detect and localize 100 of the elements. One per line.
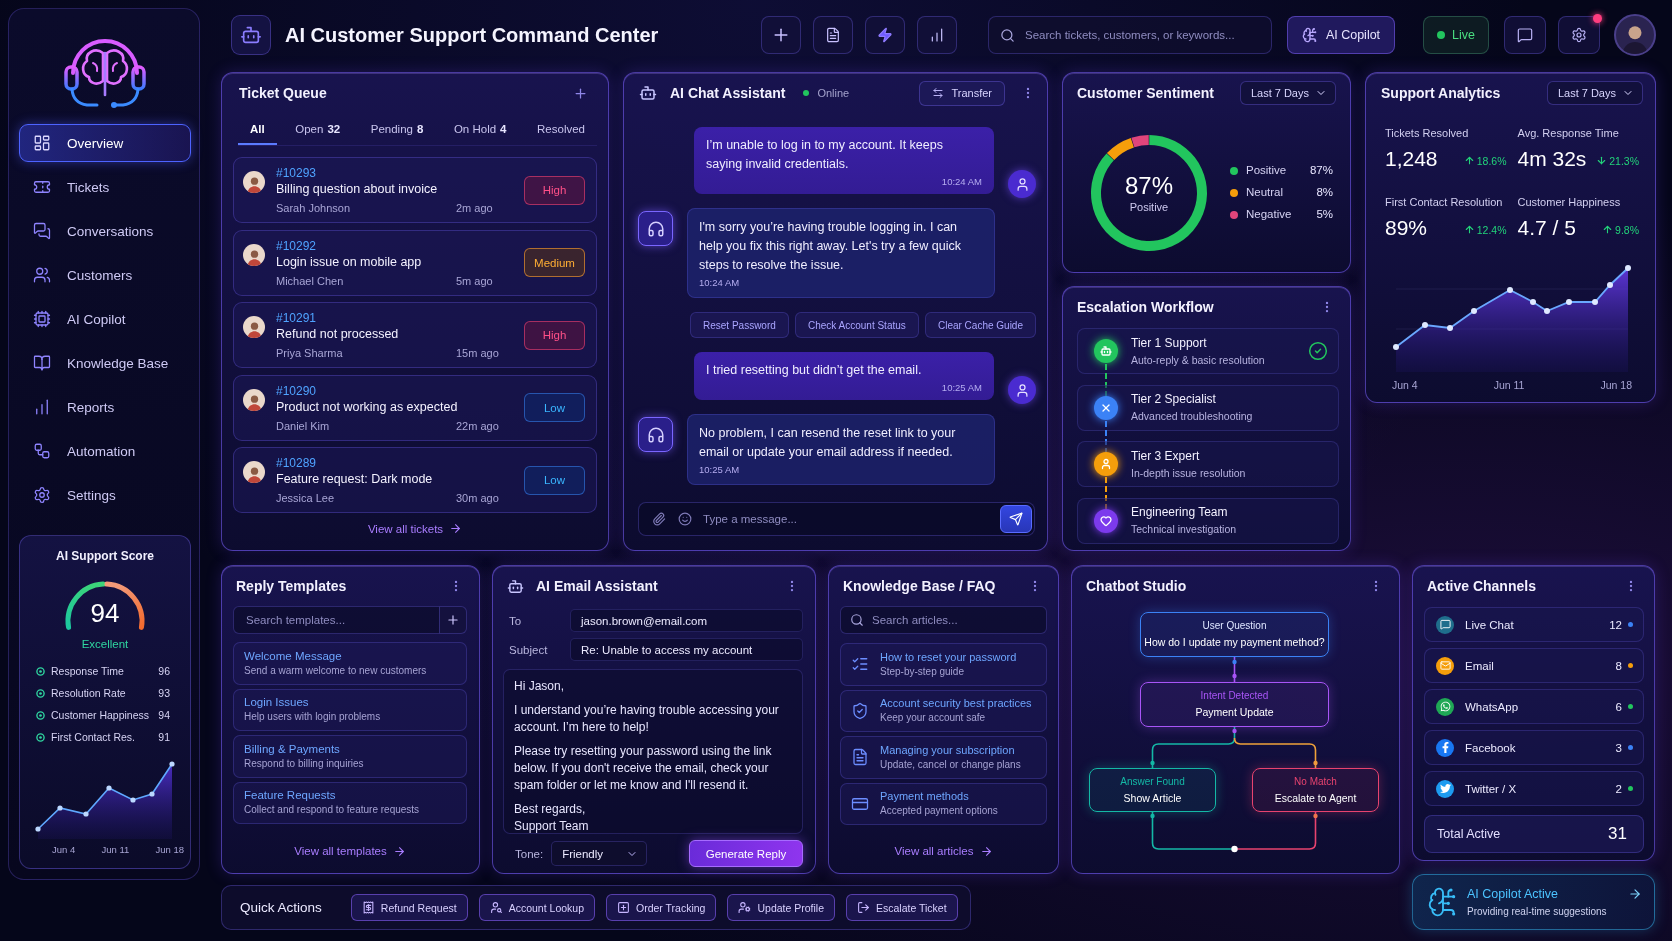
email-field[interactable]: jason.brown@email.com xyxy=(570,609,803,632)
nav-item[interactable]: Tickets xyxy=(19,168,191,206)
article-item[interactable]: Payment methods Accepted payment options xyxy=(840,782,1047,825)
workflow-icon xyxy=(33,442,51,460)
ring-icon xyxy=(36,688,45,698)
channel-row[interactable]: WhatsApp 6 xyxy=(1424,689,1644,724)
date-range-dropdown[interactable]: Last 7 Days xyxy=(1546,81,1643,105)
suggestion-chip[interactable]: Check Account Status xyxy=(794,312,919,338)
nav-item[interactable]: Overview xyxy=(19,124,191,162)
ticket-subject: Billing question about invoice xyxy=(276,181,439,198)
facebook-icon xyxy=(1436,738,1454,757)
flow-node[interactable]: User Question How do I update my payment method? xyxy=(1140,612,1329,657)
step-title: Tier 2 Specialist xyxy=(1131,392,1217,407)
stat-label: First Contact Resolution xyxy=(1385,195,1504,209)
exit-arrow-icon xyxy=(857,901,870,914)
send-button[interactable] xyxy=(1000,505,1032,533)
filter-tab[interactable]: Pending 8 xyxy=(358,115,436,145)
flow-node[interactable]: Answer Found Show Article xyxy=(1089,768,1216,812)
metric-label: First Contact Res. xyxy=(51,731,137,743)
ticket-card[interactable]: #10289 Feature request: Dark mode Jessica Lee 30m ago Low xyxy=(233,447,597,513)
filter-tab[interactable]: All xyxy=(238,115,277,145)
add-button[interactable] xyxy=(761,16,801,54)
legend-value: 87% xyxy=(1309,163,1333,178)
document-button[interactable] xyxy=(813,16,853,54)
suggestion-chip[interactable]: Reset Password xyxy=(690,312,789,338)
search-field[interactable]: Search templates... xyxy=(233,606,440,634)
user-search-icon xyxy=(489,901,503,914)
add-template-button[interactable] xyxy=(439,606,467,634)
quick-action-button[interactable]: Escalate Ticket xyxy=(846,894,958,921)
node-text: Payment Update xyxy=(1195,706,1274,719)
ai-copilot-button[interactable]: AI Copilot xyxy=(1287,16,1395,54)
view-all-link[interactable]: View all tickets xyxy=(367,522,463,535)
plus-icon xyxy=(446,613,460,627)
template-description: Send a warm welcome to new customers xyxy=(244,663,427,678)
axis-label: Jun 4 xyxy=(52,843,76,857)
tone-label: Tone: xyxy=(515,847,544,860)
quick-action-button[interactable]: Refund Request xyxy=(350,894,468,921)
generate-reply-button[interactable]: Generate Reply xyxy=(689,840,803,867)
paperclip-icon[interactable] xyxy=(652,512,666,526)
template-item[interactable]: Login Issues Help users with login problems xyxy=(233,688,467,731)
message-input-field[interactable]: Type a message... xyxy=(638,502,1035,536)
user-avatar-icon[interactable] xyxy=(1614,14,1656,56)
search-field[interactable]: Search articles... xyxy=(840,606,1047,634)
node-label: Answer Found xyxy=(1120,775,1185,788)
email-body-field[interactable] xyxy=(503,669,803,834)
ticket-card[interactable]: #10293 Billing question about invoice Sarah Johnson 2m ago High xyxy=(233,157,597,223)
article-item[interactable]: Managing your subscription Update, cancel or change plans xyxy=(840,736,1047,779)
template-item[interactable]: Billing & Payments Respond to billing inquiries xyxy=(233,735,467,778)
quick-action-button[interactable]: Account Lookup xyxy=(478,894,595,921)
nav-item[interactable]: Customers xyxy=(19,256,191,294)
smile-icon[interactable] xyxy=(678,512,692,526)
channel-row[interactable]: Twitter / X 2 xyxy=(1424,771,1644,806)
quick-action-button[interactable]: Order Tracking xyxy=(606,894,717,921)
envelope-icon xyxy=(1436,656,1454,675)
filter-tab[interactable]: On Hold 4 xyxy=(441,115,519,145)
date-range-dropdown[interactable]: Last 7 Days xyxy=(1239,81,1336,105)
add-icon[interactable] xyxy=(573,85,588,101)
view-all-link[interactable]: View all articles xyxy=(894,844,993,858)
nav-item[interactable]: AI Copilot xyxy=(19,300,191,338)
automation-button[interactable] xyxy=(865,16,905,54)
nav-item[interactable]: Reports xyxy=(19,388,191,426)
nav-item[interactable]: Settings xyxy=(19,476,191,514)
ticket-subject: Refund not processed xyxy=(276,326,400,343)
channel-row[interactable]: Email 8 xyxy=(1424,648,1644,683)
filter-tab[interactable]: Open 32 xyxy=(283,115,353,145)
panel-title: Active Channels xyxy=(1427,578,1536,594)
step-subtitle: Advanced troubleshooting xyxy=(1131,409,1254,423)
search-field[interactable]: Search tickets, customers, or keywords... xyxy=(988,16,1272,54)
flow-node[interactable]: No Match Escalate to Agent xyxy=(1252,768,1379,812)
article-item[interactable]: Account security best practices Keep your account safe xyxy=(840,689,1047,732)
copilot-status-card[interactable]: AI Copilot Active Providing real-time suggestions xyxy=(1412,874,1655,930)
channel-row[interactable]: Live Chat 12 xyxy=(1424,607,1644,642)
messages-button[interactable] xyxy=(1504,16,1546,54)
field-label: To xyxy=(509,614,523,627)
ticket-card[interactable]: #10292 Login issue on mobile app Michael Chen 5m ago Medium xyxy=(233,229,597,296)
ticket-card[interactable]: #10291 Refund not processed Priya Sharma 15m ago High xyxy=(233,302,597,368)
app-title: AI Customer Support Command Center xyxy=(285,23,659,47)
reports-button[interactable] xyxy=(917,16,957,54)
nav-item[interactable]: Knowledge Base xyxy=(19,344,191,382)
dashboard-icon xyxy=(33,134,51,152)
article-item[interactable]: How to reset your password Step-by-step guide xyxy=(840,643,1047,686)
email-paragraph: Hi Jason, xyxy=(514,678,566,695)
nav-item[interactable]: Automation xyxy=(19,432,191,470)
view-all-link[interactable]: View all templates xyxy=(294,844,406,858)
flow-node[interactable]: Intent Detected Payment Update xyxy=(1140,682,1329,727)
filter-tab[interactable]: Resolved xyxy=(525,115,597,145)
panel-title: Support Analytics xyxy=(1381,85,1501,101)
quick-action-button[interactable]: Update Profile xyxy=(727,894,835,921)
ticket-time: 15m ago xyxy=(456,346,500,361)
message-time: 10:24 AM xyxy=(941,175,982,188)
email-field[interactable]: Re: Unable to access my account xyxy=(570,638,803,661)
settings-button[interactable] xyxy=(1558,16,1600,54)
tone-select[interactable]: Friendly xyxy=(551,841,648,866)
template-item[interactable]: Welcome Message Send a warm welcome to new customers xyxy=(233,642,467,685)
channel-row[interactable]: Facebook 3 xyxy=(1424,730,1644,765)
suggestion-chip[interactable]: Clear Cache Guide xyxy=(924,312,1036,338)
template-item[interactable]: Feature Requests Collect and respond to feature requests xyxy=(233,781,467,824)
transfer-button[interactable]: Transfer xyxy=(919,80,1005,106)
nav-item[interactable]: Conversations xyxy=(19,212,191,250)
ticket-card[interactable]: #10290 Product not working as expected Daniel Kim 22m ago Low xyxy=(233,374,597,441)
